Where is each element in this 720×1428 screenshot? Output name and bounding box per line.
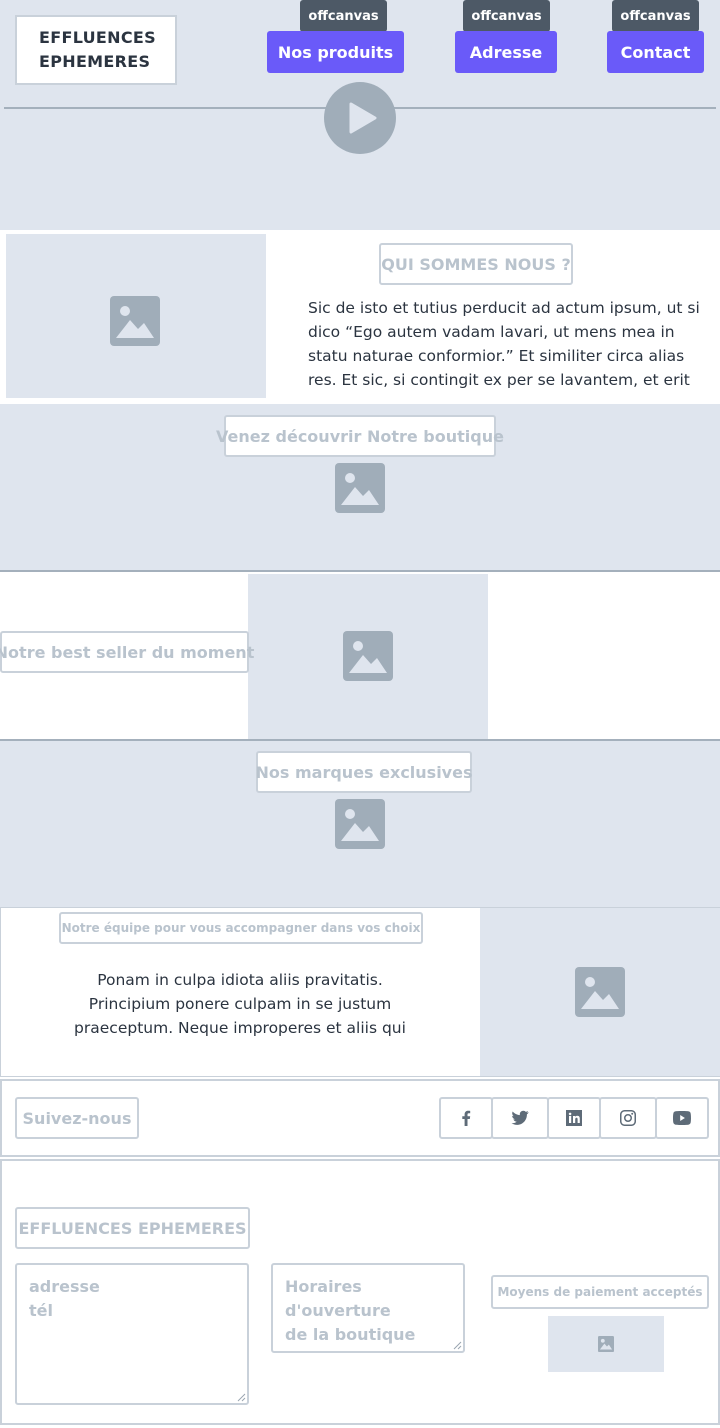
image-placeholder-icon: [598, 1336, 614, 1352]
twitter-icon: [511, 1110, 529, 1125]
tooltip-contact: offcanvas: [612, 0, 699, 38]
image-placeholder-icon: [343, 631, 393, 681]
play-button[interactable]: [324, 82, 396, 154]
twitter-button[interactable]: [491, 1097, 549, 1139]
payment-heading: Moyens de paiement acceptés: [491, 1275, 709, 1309]
boutique-heading: Venez découvrir Notre boutique: [216, 415, 504, 457]
bestseller-heading: Notre best seller du moment: [0, 631, 254, 673]
linkedin-button[interactable]: [547, 1097, 601, 1139]
about-paragraph: Sic de isto et tutius perducit ad actum …: [308, 299, 700, 389]
marques-heading: Nos marques exclusives: [256, 751, 472, 793]
about-heading: QUI SOMMES NOUS ?: [379, 243, 573, 285]
youtube-button[interactable]: [655, 1097, 709, 1139]
resize-handle-icon[interactable]: [236, 1392, 246, 1402]
address-textarea[interactable]: adresse tél: [15, 1263, 249, 1405]
image-placeholder-icon: [575, 967, 625, 1017]
image-placeholder-icon: [335, 463, 385, 513]
image-placeholder-icon: [110, 296, 160, 346]
play-icon: [349, 102, 377, 134]
instagram-button[interactable]: [599, 1097, 657, 1139]
resize-handle-icon[interactable]: [452, 1340, 462, 1350]
facebook-button[interactable]: [439, 1097, 493, 1139]
instagram-icon: [620, 1110, 636, 1126]
bestseller-image: [248, 574, 488, 740]
logo-line2: EPHEMERES: [39, 52, 151, 71]
nav-button-adresse[interactable]: Adresse: [455, 31, 557, 73]
footer-brand: EFFLUENCES EPHEMERES: [15, 1207, 250, 1249]
linkedin-icon: [566, 1110, 582, 1126]
about-image: [4, 232, 268, 400]
tooltip-adresse: offcanvas: [463, 0, 550, 38]
logo[interactable]: EFFLUENCES EPHEMERES: [15, 15, 177, 85]
facebook-icon: [462, 1110, 471, 1126]
tooltip-nos-produits: offcanvas: [300, 0, 387, 38]
nav-button-contact[interactable]: Contact: [607, 31, 704, 73]
social-label: Suivez-nous: [15, 1097, 139, 1139]
image-placeholder-icon: [335, 799, 385, 849]
equipe-image: [480, 908, 720, 1076]
payment-image: [548, 1316, 664, 1372]
equipe-heading: Notre équipe pour vous accompagner dans …: [59, 912, 423, 944]
equipe-paragraph: Ponam in culpa idiota aliis pravitatis. …: [74, 971, 406, 1037]
youtube-icon: [673, 1111, 691, 1125]
nav-button-nos-produits[interactable]: Nos produits: [267, 31, 404, 73]
logo-line1: EFFLUENCES: [39, 28, 156, 47]
hours-textarea[interactable]: Horaires d'ouverture de la boutique: [271, 1263, 465, 1353]
